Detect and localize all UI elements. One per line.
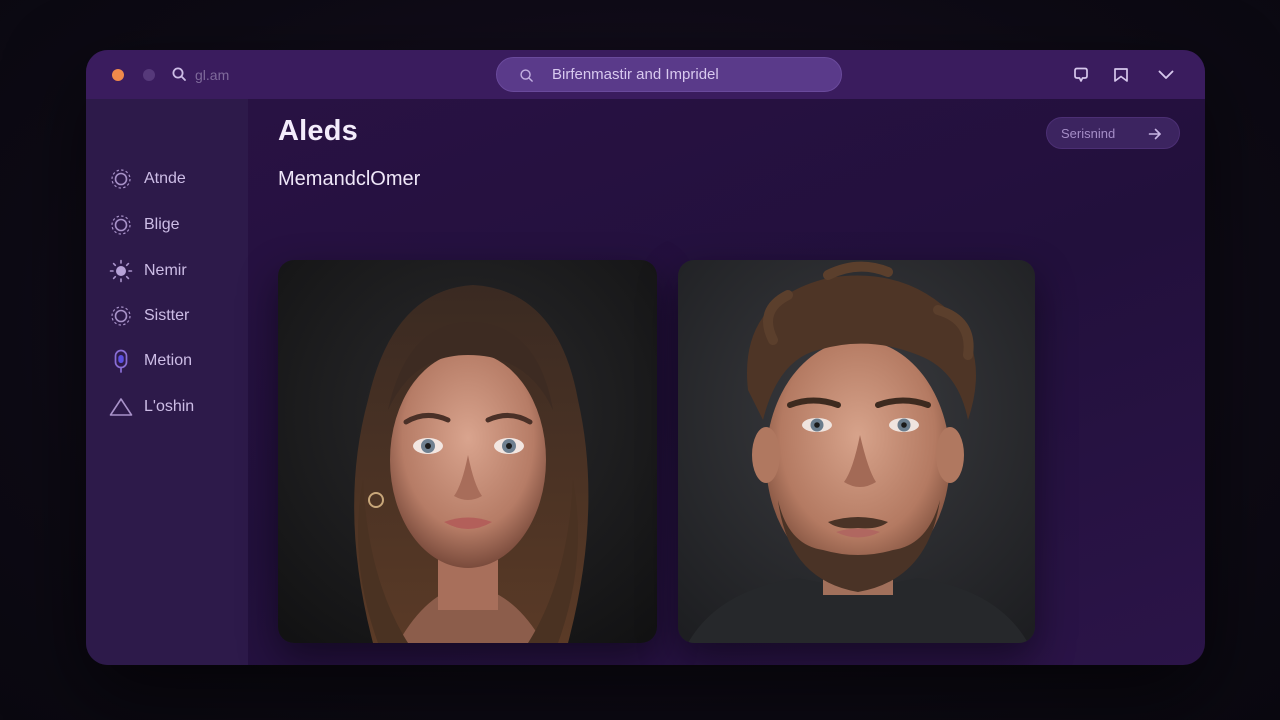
search-icon[interactable] (171, 66, 187, 82)
search-bar[interactable] (496, 57, 842, 92)
search-hint: gl.am (195, 67, 230, 83)
action-button[interactable]: Serisnind (1046, 117, 1180, 149)
sidebar-item-atnde[interactable]: Atnde (108, 165, 238, 193)
sidebar-item-nemir[interactable]: Nemir (108, 257, 238, 285)
window-minimize-dot[interactable] (143, 69, 155, 81)
window-close-dot[interactable] (112, 69, 124, 81)
sidebar-item-blige[interactable]: Blige (108, 211, 238, 239)
chat-icon[interactable] (1071, 65, 1091, 85)
search-input[interactable] (552, 58, 832, 91)
section-subtitle: MemandclOmer (278, 168, 421, 190)
sidebar-item-metion[interactable]: Metion (108, 347, 238, 375)
sun-gear-icon (108, 303, 134, 329)
sidebar-item-sistter[interactable]: Sistter (108, 302, 238, 330)
pin-icon (108, 348, 134, 374)
woman-portrait-icon[interactable] (278, 260, 657, 643)
sun-gear-icon (108, 212, 134, 238)
sun-icon (108, 258, 134, 284)
search-icon (519, 68, 534, 83)
arrow-right-icon (1147, 126, 1163, 142)
triangle-icon (108, 394, 134, 420)
main-content: Aleds MemandclOmer Serisnind (248, 99, 1205, 665)
title-bar: gl.am (86, 50, 1205, 99)
app-window: gl.am Atnde Blige (86, 50, 1205, 665)
sidebar-item-label: Metion (144, 352, 193, 369)
bookmark-icon[interactable] (1111, 65, 1131, 85)
page-title: Aleds (278, 115, 358, 147)
sidebar: Atnde Blige Nemir Sistter Metion L'oshin (86, 99, 248, 665)
man-portrait-icon[interactable] (678, 260, 1035, 643)
sidebar-item-label: Blige (144, 216, 180, 233)
sun-gear-icon (108, 166, 134, 192)
sidebar-item-label: Sistter (144, 307, 190, 324)
action-button-label: Serisnind (1061, 126, 1116, 141)
chevron-down-icon[interactable] (1156, 65, 1176, 85)
sidebar-item-label: Atnde (144, 170, 186, 187)
sidebar-item-label: L'oshin (144, 398, 195, 415)
sidebar-item-label: Nemir (144, 262, 187, 279)
sidebar-item-loshin[interactable]: L'oshin (108, 393, 238, 421)
